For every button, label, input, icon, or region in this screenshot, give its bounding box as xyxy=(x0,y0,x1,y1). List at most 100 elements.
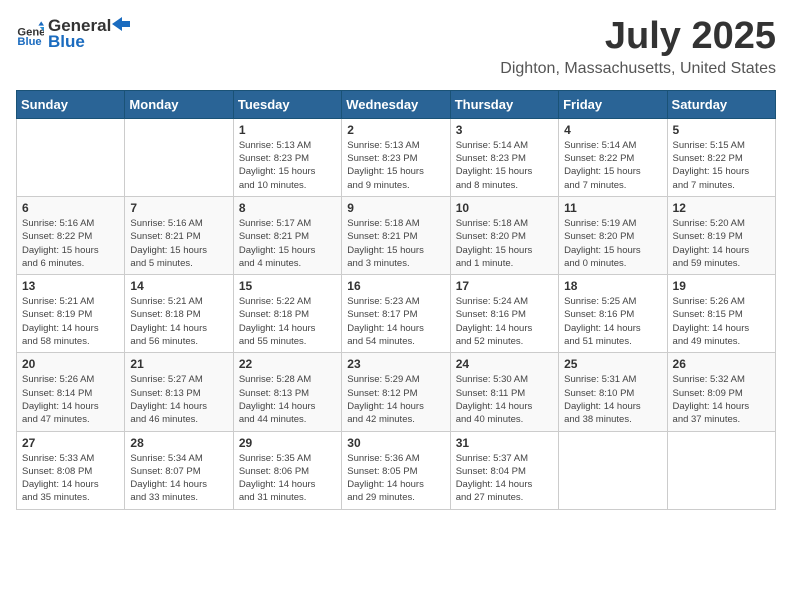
calendar-cell: 11 Sunrise: 5:19 AM Sunset: 8:20 PM Dayli… xyxy=(559,196,667,274)
day-info: Sunrise: 5:13 AM Sunset: 8:23 PM Dayligh… xyxy=(239,139,336,192)
calendar-cell: 2 Sunrise: 5:13 AM Sunset: 8:23 PM Daylig… xyxy=(342,118,450,196)
title-area: July 2025 Dighton, Massachusetts, United… xyxy=(500,16,776,78)
day-number: 11 xyxy=(564,201,661,215)
calendar-cell: 17 Sunrise: 5:24 AM Sunset: 8:16 PM Dayli… xyxy=(450,275,558,353)
day-info: Sunrise: 5:36 AM Sunset: 8:05 PM Dayligh… xyxy=(347,452,444,505)
weekday-header: Friday xyxy=(559,90,667,118)
day-info: Sunrise: 5:14 AM Sunset: 8:23 PM Dayligh… xyxy=(456,139,553,192)
calendar-cell: 14 Sunrise: 5:21 AM Sunset: 8:18 PM Dayli… xyxy=(125,275,233,353)
calendar-week-row: 13Sunrise: 5:21 AM Sunset: 8:19 PM Dayli… xyxy=(17,275,776,353)
weekday-header: Wednesday xyxy=(342,90,450,118)
day-number: 7 xyxy=(130,201,227,215)
day-info: Sunrise: 5:16 AM Sunset: 8:21 PM Dayligh… xyxy=(130,217,227,270)
weekday-header: Saturday xyxy=(667,90,775,118)
calendar-cell: 4 Sunrise: 5:14 AM Sunset: 8:22 PM Daylig… xyxy=(559,118,667,196)
calendar-week-row: 27Sunrise: 5:33 AM Sunset: 8:08 PM Dayli… xyxy=(17,431,776,509)
logo: General Blue General Blue xyxy=(16,16,131,52)
calendar-cell: 16Sunrise: 5:23 AM Sunset: 8:17 PM Dayli… xyxy=(342,275,450,353)
day-info: Sunrise: 5:13 AM Sunset: 8:23 PM Dayligh… xyxy=(347,139,444,192)
day-info: Sunrise: 5:15 AM Sunset: 8:22 PM Dayligh… xyxy=(673,139,770,192)
calendar-cell: 5 Sunrise: 5:15 AM Sunset: 8:22 PM Daylig… xyxy=(667,118,775,196)
day-number: 21 xyxy=(130,357,227,371)
day-number: 17 xyxy=(456,279,553,293)
day-info: Sunrise: 5:20 AM Sunset: 8:19 PM Dayligh… xyxy=(673,217,770,270)
day-info: Sunrise: 5:14 AM Sunset: 8:22 PM Dayligh… xyxy=(564,139,661,192)
calendar-cell: 22 Sunrise: 5:28 AM Sunset: 8:13 PM Dayli… xyxy=(233,353,341,431)
calendar-cell: 18 Sunrise: 5:25 AM Sunset: 8:16 PM Dayli… xyxy=(559,275,667,353)
day-info: Sunrise: 5:22 AM Sunset: 8:18 PM Dayligh… xyxy=(239,295,336,348)
weekday-header: Tuesday xyxy=(233,90,341,118)
calendar-cell: 28Sunrise: 5:34 AM Sunset: 8:07 PM Dayli… xyxy=(125,431,233,509)
day-info: Sunrise: 5:26 AM Sunset: 8:14 PM Dayligh… xyxy=(22,373,119,426)
day-info: Sunrise: 5:30 AM Sunset: 8:11 PM Dayligh… xyxy=(456,373,553,426)
day-info: Sunrise: 5:26 AM Sunset: 8:15 PM Dayligh… xyxy=(673,295,770,348)
day-number: 8 xyxy=(239,201,336,215)
day-info: Sunrise: 5:24 AM Sunset: 8:16 PM Dayligh… xyxy=(456,295,553,348)
calendar-cell: 10 Sunrise: 5:18 AM Sunset: 8:20 PM Dayli… xyxy=(450,196,558,274)
day-number: 31 xyxy=(456,436,553,450)
calendar-cell: 12 Sunrise: 5:20 AM Sunset: 8:19 PM Dayli… xyxy=(667,196,775,274)
day-number: 25 xyxy=(564,357,661,371)
calendar-cell: 7 Sunrise: 5:16 AM Sunset: 8:21 PM Daylig… xyxy=(125,196,233,274)
day-info: Sunrise: 5:27 AM Sunset: 8:13 PM Dayligh… xyxy=(130,373,227,426)
day-number: 12 xyxy=(673,201,770,215)
calendar-cell: 15Sunrise: 5:22 AM Sunset: 8:18 PM Dayli… xyxy=(233,275,341,353)
calendar-cell: 13Sunrise: 5:21 AM Sunset: 8:19 PM Dayli… xyxy=(17,275,125,353)
day-info: Sunrise: 5:25 AM Sunset: 8:16 PM Dayligh… xyxy=(564,295,661,348)
day-info: Sunrise: 5:32 AM Sunset: 8:09 PM Dayligh… xyxy=(673,373,770,426)
day-number: 24 xyxy=(456,357,553,371)
weekday-header: Monday xyxy=(125,90,233,118)
day-info: Sunrise: 5:18 AM Sunset: 8:21 PM Dayligh… xyxy=(347,217,444,270)
calendar-cell xyxy=(667,431,775,509)
calendar-cell: 25Sunrise: 5:31 AM Sunset: 8:10 PM Dayli… xyxy=(559,353,667,431)
day-number: 2 xyxy=(347,123,444,137)
logo-icon: General Blue xyxy=(16,20,44,48)
day-info: Sunrise: 5:19 AM Sunset: 8:20 PM Dayligh… xyxy=(564,217,661,270)
day-number: 20 xyxy=(22,357,119,371)
logo-arrow-icon xyxy=(112,17,130,31)
calendar-cell: 29 Sunrise: 5:35 AM Sunset: 8:06 PM Dayli… xyxy=(233,431,341,509)
day-number: 10 xyxy=(456,201,553,215)
page-title: July 2025 xyxy=(500,16,776,58)
weekday-header: Thursday xyxy=(450,90,558,118)
calendar-cell: 19Sunrise: 5:26 AM Sunset: 8:15 PM Dayli… xyxy=(667,275,775,353)
calendar-cell: 23 Sunrise: 5:29 AM Sunset: 8:12 PM Dayli… xyxy=(342,353,450,431)
calendar-cell: 1 Sunrise: 5:13 AM Sunset: 8:23 PM Daylig… xyxy=(233,118,341,196)
day-info: Sunrise: 5:16 AM Sunset: 8:22 PM Dayligh… xyxy=(22,217,119,270)
day-info: Sunrise: 5:29 AM Sunset: 8:12 PM Dayligh… xyxy=(347,373,444,426)
day-info: Sunrise: 5:34 AM Sunset: 8:07 PM Dayligh… xyxy=(130,452,227,505)
day-info: Sunrise: 5:28 AM Sunset: 8:13 PM Dayligh… xyxy=(239,373,336,426)
day-number: 29 xyxy=(239,436,336,450)
calendar-cell: 30Sunrise: 5:36 AM Sunset: 8:05 PM Dayli… xyxy=(342,431,450,509)
calendar-cell xyxy=(125,118,233,196)
calendar-cell: 9 Sunrise: 5:18 AM Sunset: 8:21 PM Daylig… xyxy=(342,196,450,274)
day-number: 6 xyxy=(22,201,119,215)
calendar-cell: 3 Sunrise: 5:14 AM Sunset: 8:23 PM Daylig… xyxy=(450,118,558,196)
day-info: Sunrise: 5:18 AM Sunset: 8:20 PM Dayligh… xyxy=(456,217,553,270)
day-number: 3 xyxy=(456,123,553,137)
day-number: 5 xyxy=(673,123,770,137)
day-number: 23 xyxy=(347,357,444,371)
calendar-cell: 31 Sunrise: 5:37 AM Sunset: 8:04 PM Dayli… xyxy=(450,431,558,509)
day-number: 9 xyxy=(347,201,444,215)
day-info: Sunrise: 5:21 AM Sunset: 8:19 PM Dayligh… xyxy=(22,295,119,348)
day-info: Sunrise: 5:37 AM Sunset: 8:04 PM Dayligh… xyxy=(456,452,553,505)
day-number: 4 xyxy=(564,123,661,137)
day-number: 18 xyxy=(564,279,661,293)
svg-text:Blue: Blue xyxy=(17,36,41,48)
day-info: Sunrise: 5:35 AM Sunset: 8:06 PM Dayligh… xyxy=(239,452,336,505)
calendar-cell: 26Sunrise: 5:32 AM Sunset: 8:09 PM Dayli… xyxy=(667,353,775,431)
calendar-week-row: 6 Sunrise: 5:16 AM Sunset: 8:22 PM Daylig… xyxy=(17,196,776,274)
header: General Blue General Blue July 2025 Digh… xyxy=(16,16,776,78)
day-info: Sunrise: 5:21 AM Sunset: 8:18 PM Dayligh… xyxy=(130,295,227,348)
calendar-week-row: 1 Sunrise: 5:13 AM Sunset: 8:23 PM Daylig… xyxy=(17,118,776,196)
calendar-cell: 27Sunrise: 5:33 AM Sunset: 8:08 PM Dayli… xyxy=(17,431,125,509)
calendar-cell: 8Sunrise: 5:17 AM Sunset: 8:21 PM Daylig… xyxy=(233,196,341,274)
day-number: 27 xyxy=(22,436,119,450)
calendar-cell: 21 Sunrise: 5:27 AM Sunset: 8:13 PM Dayli… xyxy=(125,353,233,431)
day-number: 22 xyxy=(239,357,336,371)
calendar-cell xyxy=(559,431,667,509)
day-number: 1 xyxy=(239,123,336,137)
day-number: 16 xyxy=(347,279,444,293)
day-number: 14 xyxy=(130,279,227,293)
